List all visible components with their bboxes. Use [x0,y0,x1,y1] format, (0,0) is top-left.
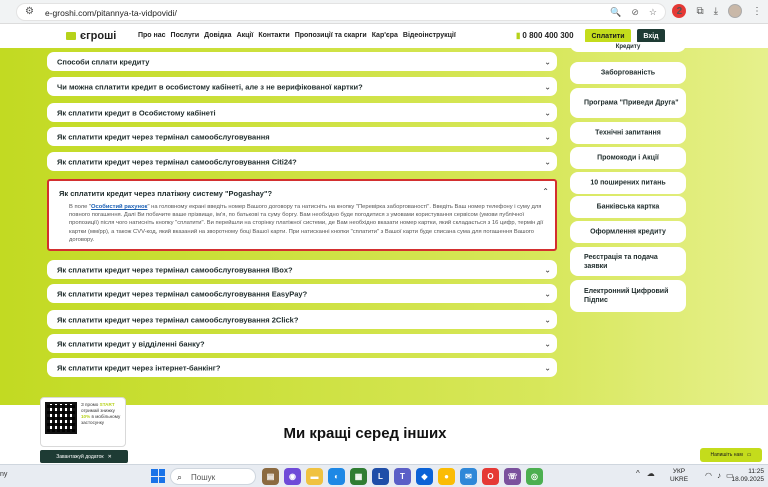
sidebar-item-promocodes[interactable]: Промокоди і Акції [570,147,686,169]
promo-text: З промо START отримай знижку 10% в мобіл… [81,402,121,425]
login-button[interactable]: Вхід [637,29,665,43]
faq-item[interactable]: Як сплатити кредит через термінал самооб… [47,310,557,329]
file-explorer-icon[interactable]: ▤ [262,468,279,485]
browser-toolbar: ⚙ e-groshi.com/pitannya-ta-vidpovidi/ 🔍 … [0,0,768,24]
address-bar[interactable]: ⚙ e-groshi.com/pitannya-ta-vidpovidi/ 🔍 … [16,3,666,21]
faq-item[interactable]: Способи сплати кредиту ⌄ [47,52,557,71]
chrome-icon[interactable]: ● [438,468,455,485]
menu-item-about[interactable]: Про нас [138,32,166,39]
viber-icon[interactable]: ☏ [504,468,521,485]
chevron-up-icon: ⌃ [542,187,549,196]
main-menu: Про нас Послуги Довідка Акції Контакти П… [138,32,456,39]
chevron-down-icon: ⌄ [544,265,551,274]
faq-section: Способи сплати кредиту ⌄ Чи можна сплатит… [0,42,768,405]
bottom-section: З промо START отримай знижку 10% в мобіл… [0,397,768,464]
opera-icon[interactable]: O [482,468,499,485]
store-icon[interactable]: ▦ [350,468,367,485]
logo-mark-icon [66,32,76,40]
taskbar-apps: ▤ ◉ ▬ ◐ ▦ L T ◆ ● ✉ O ☏ ◎ [262,468,543,485]
pay-button[interactable]: Сплатити [585,29,631,43]
faq-answer: В поле "Особистий рахунок" на головному … [69,204,544,243]
dropbox-icon[interactable]: ◆ [416,468,433,485]
volume-icon[interactable]: ♪ [717,471,721,480]
cloud-icon[interactable]: ☁ [647,469,655,478]
folder-icon[interactable]: ▬ [306,468,323,485]
taskbar-search[interactable]: ⌕ Пошук [170,468,256,485]
chevron-down-icon: ⌄ [544,315,551,324]
menu-item-career[interactable]: Кар'єра [372,32,398,39]
sidebar-item-faq-top10[interactable]: 10 поширених питань [570,172,686,194]
green-app-icon[interactable]: ◎ [526,468,543,485]
sidebar-item-referral[interactable]: Програма "Приведи Друга" [570,88,686,118]
sidebar-item-digital-signature[interactable]: Електронний Цифровий Підпис [570,280,686,312]
menu-item-help[interactable]: Довідка [204,32,231,39]
download-app-button[interactable]: Завантажуй додаток ✕ [40,450,128,463]
sidebar-item-credit-application[interactable]: Оформлення кредиту [570,221,686,243]
system-tray: ^ ☁ [636,469,655,478]
menu-item-services[interactable]: Послуги [171,32,200,39]
windows-start-icon[interactable] [151,469,165,483]
wifi-icon[interactable]: ◠ [705,471,712,480]
faq-item[interactable]: Як сплатити кредит через інтернет-банкін… [47,358,557,377]
messenger-icon[interactable]: ✉ [460,468,477,485]
widgets-text[interactable]: ny [0,471,7,478]
url-text[interactable]: e-groshi.com/pitannya-ta-vidpovidi/ [45,8,177,18]
chevron-down-icon: ⌄ [544,289,551,298]
profile-avatar[interactable] [728,4,742,18]
faq-item[interactable]: Як сплатити кредит через термінал самооб… [47,260,557,279]
taskbar: ny ⌕ Пошук ▤ ◉ ▬ ◐ ▦ L T ◆ ● ✉ O ☏ ◎ ^ ☁… [0,464,768,487]
language-indicator[interactable]: УКР UKRE [670,468,688,484]
sidebar-item-debt[interactable]: Заборгованість [570,62,686,84]
tray-status: ◠ ♪ ▭ [705,471,734,480]
edge-icon[interactable]: ◐ [328,468,345,485]
chevron-down-icon: ⌄ [544,132,551,141]
sidebar-item-tech-questions[interactable]: Технічні запитання [570,122,686,144]
menu-item-contacts[interactable]: Контакти [258,32,289,39]
bookmark-star-icon[interactable]: ☆ [649,7,657,18]
write-us-button[interactable]: Напишіть нам ▭ [700,448,762,462]
chevron-down-icon: ⌄ [544,57,551,66]
chevron-down-icon: ⌄ [544,108,551,117]
faq-item-expanded[interactable]: Як сплатити кредит через платіжну систем… [47,179,557,251]
faq-item[interactable]: Як сплатити кредит у відділенні банку? ⌄ [47,334,557,353]
extensions-puzzle-icon[interactable]: ⧉ [696,6,703,17]
phone-number[interactable]: ▮ 0 800 400 300 [516,31,574,40]
chevron-down-icon: ⌄ [544,339,551,348]
sidebar-item-registration[interactable]: Реєстрація та подача заявки [570,247,686,276]
site-settings-icon[interactable]: ⚙ [25,6,34,17]
clock[interactable]: 11:25 18.09.2025 [731,468,764,484]
faq-item[interactable]: Як сплатити кредит через термінал самооб… [47,284,557,303]
download-icon[interactable]: ⤓ [714,6,718,17]
close-icon[interactable]: ✕ [108,454,112,460]
chevron-up-icon[interactable]: ^ [636,469,640,478]
copilot-icon[interactable]: ◉ [284,468,301,485]
site-logo[interactable]: єгроші [66,30,116,42]
hide-icon[interactable]: ⊘ [631,7,639,18]
search-page-icon[interactable]: 🔍 [610,7,621,18]
faq-item[interactable]: Як сплатити кредит в Особистому кабінеті… [47,103,557,122]
chat-icon: ▭ [746,452,752,458]
sidebar-item-bank-card[interactable]: Банківська картка [570,196,686,218]
extension-icon[interactable]: 2 [672,4,687,18]
chevron-down-icon: ⌄ [544,82,551,91]
menu-item-videos[interactable]: Відеоінструкції [403,32,456,39]
faq-item[interactable]: Як сплатити кредит через термінал самооб… [47,127,557,146]
menu-item-promotions[interactable]: Акції [237,32,254,39]
teams-icon[interactable]: T [394,468,411,485]
personal-account-link[interactable]: Особистий рахунок [91,204,147,210]
menu-item-feedback[interactable]: Пропозиції та скарги [295,32,367,39]
phone-icon: ▮ [516,31,521,40]
chevron-down-icon: ⌄ [544,157,551,166]
faq-item[interactable]: Як сплатити кредит через термінал самооб… [47,152,557,171]
chevron-down-icon: ⌄ [544,363,551,372]
section-headline: Ми кращі серед інших [283,425,447,442]
sidebar-item-credit-payment[interactable]: Кредиту [570,42,686,52]
search-icon: ⌕ [177,472,183,482]
l-app-icon[interactable]: L [372,468,389,485]
faq-item[interactable]: Чи можна сплатити кредит в особистому ка… [47,77,557,96]
menu-dots-icon[interactable]: ⋮ [752,6,762,17]
